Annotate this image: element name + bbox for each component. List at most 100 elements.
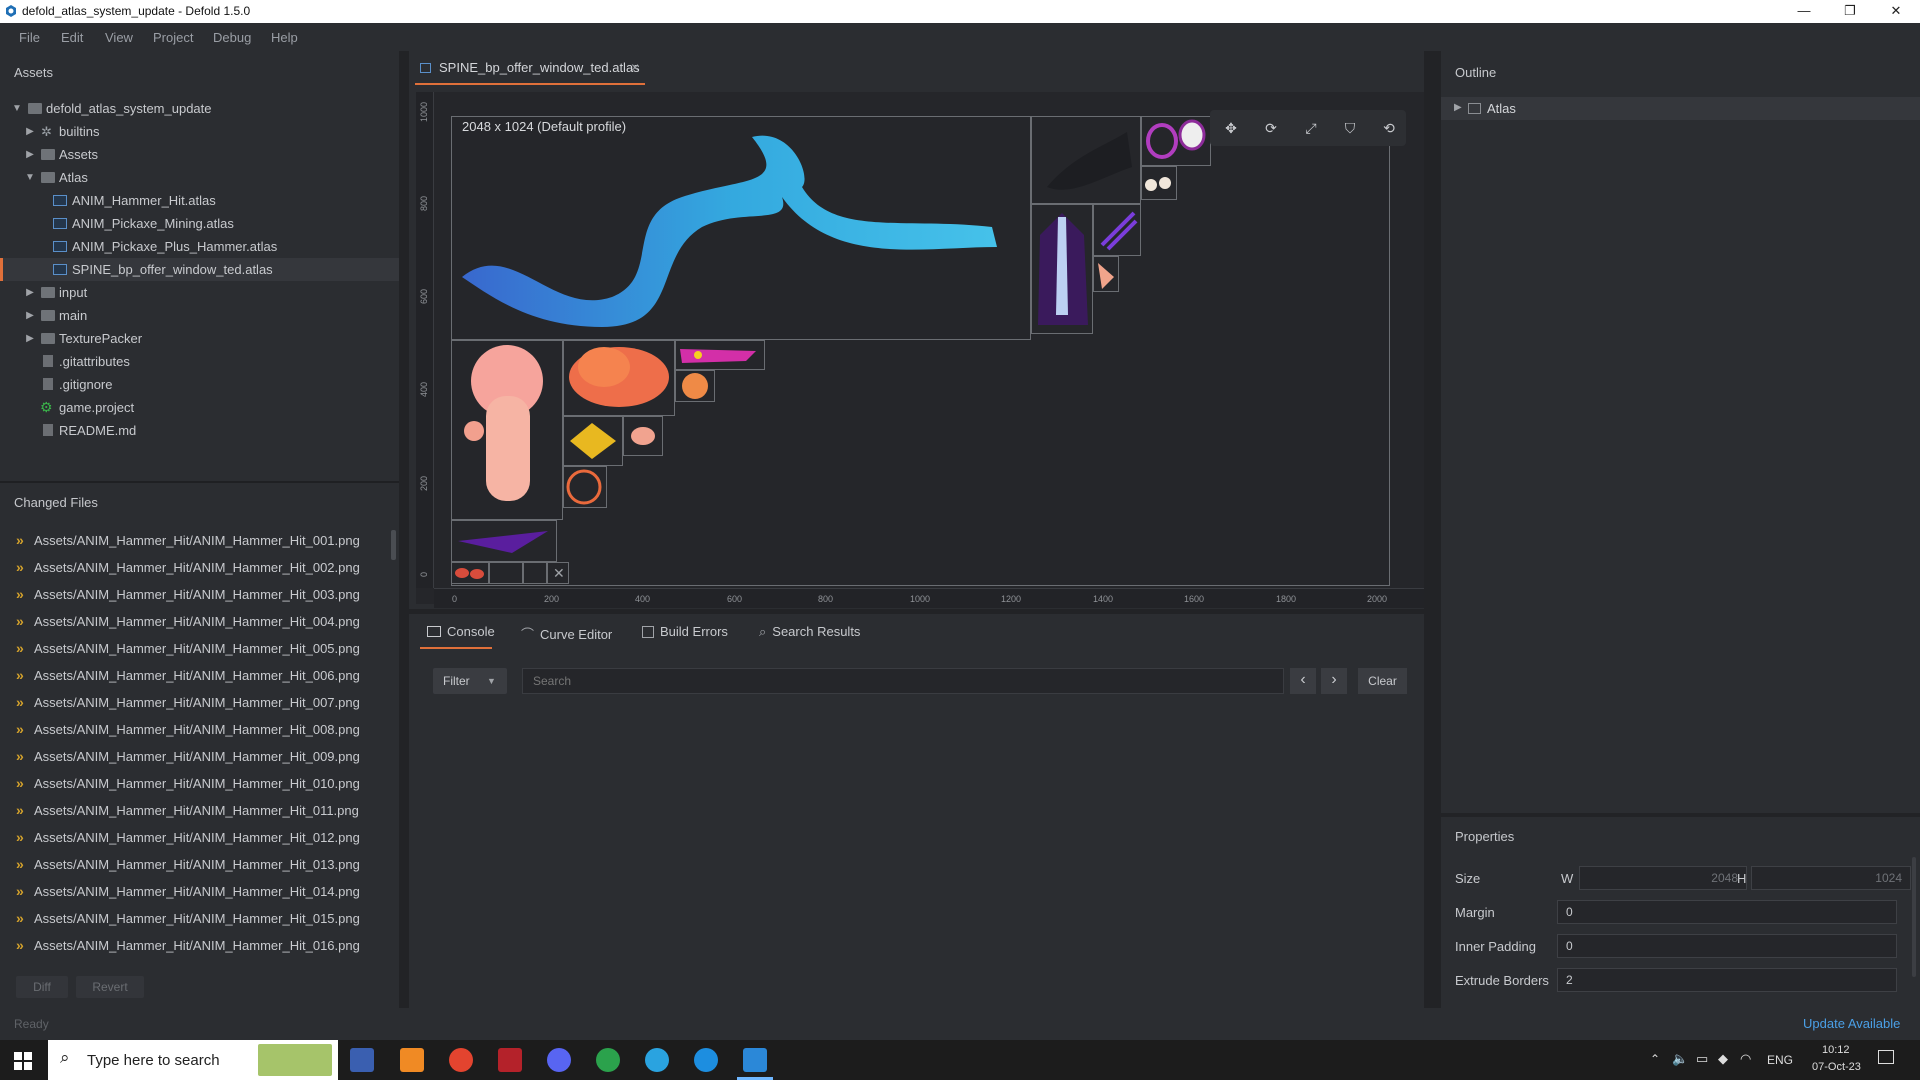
battery-icon[interactable]: ▭ <box>1696 1051 1708 1067</box>
minimize-button[interactable]: — <box>1781 0 1827 23</box>
clear-button[interactable]: Clear <box>1358 668 1407 694</box>
app-info-icon[interactable] <box>694 1048 718 1072</box>
tree-item-readme[interactable]: README.md <box>0 419 399 442</box>
atlas-image-pink-wand[interactable] <box>675 340 765 370</box>
changed-file-row[interactable]: » Assets/ANIM_Hammer_Hit/ANIM_Hammer_Hit_… <box>0 743 380 770</box>
menu-edit[interactable]: Edit <box>61 30 83 45</box>
outline-item-atlas[interactable]: ▶ Atlas <box>1441 97 1920 120</box>
wifi-icon[interactable]: ◠ <box>1740 1051 1751 1067</box>
chrome-profile-icon[interactable] <box>596 1048 620 1072</box>
tab-close-icon[interactable]: × <box>631 59 639 75</box>
close-button[interactable]: ✕ <box>1873 0 1919 23</box>
notifications-icon[interactable] <box>1878 1050 1894 1064</box>
changed-file-row[interactable]: » Assets/ANIM_Hammer_Hit/ANIM_Hammer_Hit_… <box>0 824 380 851</box>
filter-dropdown[interactable]: Filter ▼ <box>433 668 507 694</box>
atlas-image-suit[interactable] <box>1031 204 1093 334</box>
changed-file-row[interactable]: » Assets/ANIM_Hammer_Hit/ANIM_Hammer_Hit_… <box>0 662 380 689</box>
tab-console[interactable]: Console <box>427 624 495 639</box>
clock-date[interactable]: 07-Oct-23 <box>1812 1061 1861 1073</box>
visibility-filter-icon[interactable]: ⛉ <box>1341 119 1359 137</box>
chevron-down-icon[interactable]: ▼ <box>25 166 35 189</box>
defold-taskbar-icon[interactable] <box>743 1048 767 1072</box>
tree-item-main[interactable]: ▶ main <box>0 304 399 327</box>
tab-spine-bp-offer-window-atlas[interactable]: SPINE_bp_offer_window_ted.atlas × <box>415 51 645 85</box>
next-result-button[interactable]: › <box>1321 668 1347 694</box>
scale-tool-icon[interactable]: ⤢ <box>1302 119 1320 137</box>
update-available-link[interactable]: Update Available <box>1803 1016 1900 1031</box>
inner-padding-field[interactable]: 0 <box>1557 934 1897 958</box>
changed-file-row[interactable]: » Assets/ANIM_Hammer_Hit/ANIM_Hammer_Hit_… <box>0 878 380 905</box>
changed-file-row[interactable]: » Assets/ANIM_Hammer_Hit/ANIM_Hammer_Hit_… <box>0 905 380 932</box>
dropbox-icon[interactable]: ◆ <box>1718 1051 1728 1067</box>
changed-file-row[interactable]: » Assets/ANIM_Hammer_Hit/ANIM_Hammer_Hit_… <box>0 797 380 824</box>
atlas-image-missing[interactable]: ✕ <box>547 562 569 584</box>
chevron-right-icon[interactable]: ▶ <box>25 143 35 166</box>
tree-item-assets[interactable]: ▶ Assets <box>0 143 399 166</box>
tree-item-anim-pickaxe-plus-hammer[interactable]: ANIM_Pickaxe_Plus_Hammer.atlas <box>0 235 399 258</box>
changed-file-row[interactable]: » Assets/ANIM_Hammer_Hit/ANIM_Hammer_Hit_… <box>0 608 380 635</box>
tree-item-builtins[interactable]: ▶ ✲ builtins <box>0 120 399 143</box>
revert-button[interactable]: Revert <box>76 976 144 998</box>
tree-item-input[interactable]: ▶ input <box>0 281 399 304</box>
atlas-image-cloud[interactable] <box>563 340 675 416</box>
tree-item-texturepacker[interactable]: ▶ TexturePacker <box>0 327 399 350</box>
changed-file-row[interactable]: » Assets/ANIM_Hammer_Hit/ANIM_Hammer_Hit_… <box>0 932 380 959</box>
volume-icon[interactable]: 🔈 <box>1672 1051 1688 1067</box>
diff-button[interactable]: Diff <box>16 976 68 998</box>
tree-item-anim-hammer-hit[interactable]: ANIM_Hammer_Hit.atlas <box>0 189 399 212</box>
tree-item-project-root[interactable]: ▼ defold_atlas_system_update <box>0 97 399 120</box>
atlas-image-shadow[interactable] <box>1031 116 1141 204</box>
tab-search-results[interactable]: ⌕ Search Results <box>759 624 860 640</box>
menu-view[interactable]: View <box>105 30 133 45</box>
tab-build-errors[interactable]: Build Errors <box>642 624 728 639</box>
menu-help[interactable]: Help <box>271 30 298 45</box>
maximize-button[interactable]: ❐ <box>1827 0 1873 23</box>
language-indicator[interactable]: ENG <box>1767 1053 1793 1067</box>
taskbar-search-box[interactable]: ⌕ Type here to search <box>48 1040 338 1080</box>
tree-item-atlas-folder[interactable]: ▼ Atlas <box>0 166 399 189</box>
telegram-icon[interactable] <box>645 1048 669 1072</box>
changed-file-row[interactable]: » Assets/ANIM_Hammer_Hit/ANIM_Hammer_Hit_… <box>0 770 380 797</box>
save-app-icon[interactable] <box>350 1048 374 1072</box>
atlas-image-head[interactable] <box>451 340 563 520</box>
chevron-right-icon[interactable]: ▶ <box>25 120 35 143</box>
atlas-image-glasses[interactable] <box>1141 116 1211 166</box>
atlas-image-hand[interactable] <box>623 416 663 456</box>
menu-file[interactable]: File <box>19 30 40 45</box>
atlas-image-red-blobs[interactable] <box>451 562 489 584</box>
chrome-icon[interactable] <box>449 1048 473 1072</box>
rotate-tool-icon[interactable]: ⟳ <box>1262 119 1280 137</box>
scrollbar-thumb[interactable] <box>391 530 396 560</box>
app-icon[interactable] <box>498 1048 522 1072</box>
chevron-right-icon[interactable]: ▶ <box>25 281 35 304</box>
scrollbar-thumb[interactable] <box>1912 857 1916 977</box>
atlas-image-arc[interactable] <box>489 562 523 584</box>
menu-debug[interactable]: Debug <box>213 30 251 45</box>
prev-result-button[interactable]: ‹ <box>1290 668 1316 694</box>
atlas-image-blue-swirl[interactable] <box>451 116 1031 340</box>
atlas-image-stripe[interactable] <box>523 562 547 584</box>
tree-item-gitattributes[interactable]: .gitattributes <box>0 350 399 373</box>
tree-item-gitignore[interactable]: .gitignore <box>0 373 399 396</box>
chevron-down-icon[interactable]: ▼ <box>12 97 22 120</box>
chevron-right-icon[interactable]: ▶ <box>1454 102 1462 113</box>
atlas-image-shape-small[interactable] <box>1093 256 1119 292</box>
move-tool-icon[interactable]: ✥ <box>1222 119 1240 137</box>
camera-reset-icon[interactable]: ⟲ <box>1380 119 1398 137</box>
chevron-right-icon[interactable]: ▶ <box>25 327 35 350</box>
atlas-image-gold-gem[interactable] <box>563 416 623 466</box>
changed-file-row[interactable]: » Assets/ANIM_Hammer_Hit/ANIM_Hammer_Hit_… <box>0 635 380 662</box>
chevron-right-icon[interactable]: ▶ <box>25 304 35 327</box>
width-field[interactable]: 2048 <box>1579 866 1747 890</box>
atlas-image-orange-circle[interactable] <box>675 370 715 402</box>
clock-time[interactable]: 10:12 <box>1822 1044 1850 1056</box>
changed-file-row[interactable]: » Assets/ANIM_Hammer_Hit/ANIM_Hammer_Hit_… <box>0 851 380 878</box>
tree-item-game-project[interactable]: ⚙ game.project <box>0 396 399 419</box>
tray-chevron-up-icon[interactable]: ⌃ <box>1650 1052 1660 1066</box>
changed-file-row[interactable]: » Assets/ANIM_Hammer_Hit/ANIM_Hammer_Hit_… <box>0 689 380 716</box>
discord-icon[interactable] <box>547 1048 571 1072</box>
changed-file-row[interactable]: » Assets/ANIM_Hammer_Hit/ANIM_Hammer_Hit_… <box>0 527 380 554</box>
atlas-image-eyes[interactable] <box>1141 166 1177 200</box>
console-search-input[interactable] <box>522 668 1284 694</box>
changed-file-row[interactable]: » Assets/ANIM_Hammer_Hit/ANIM_Hammer_Hit_… <box>0 581 380 608</box>
